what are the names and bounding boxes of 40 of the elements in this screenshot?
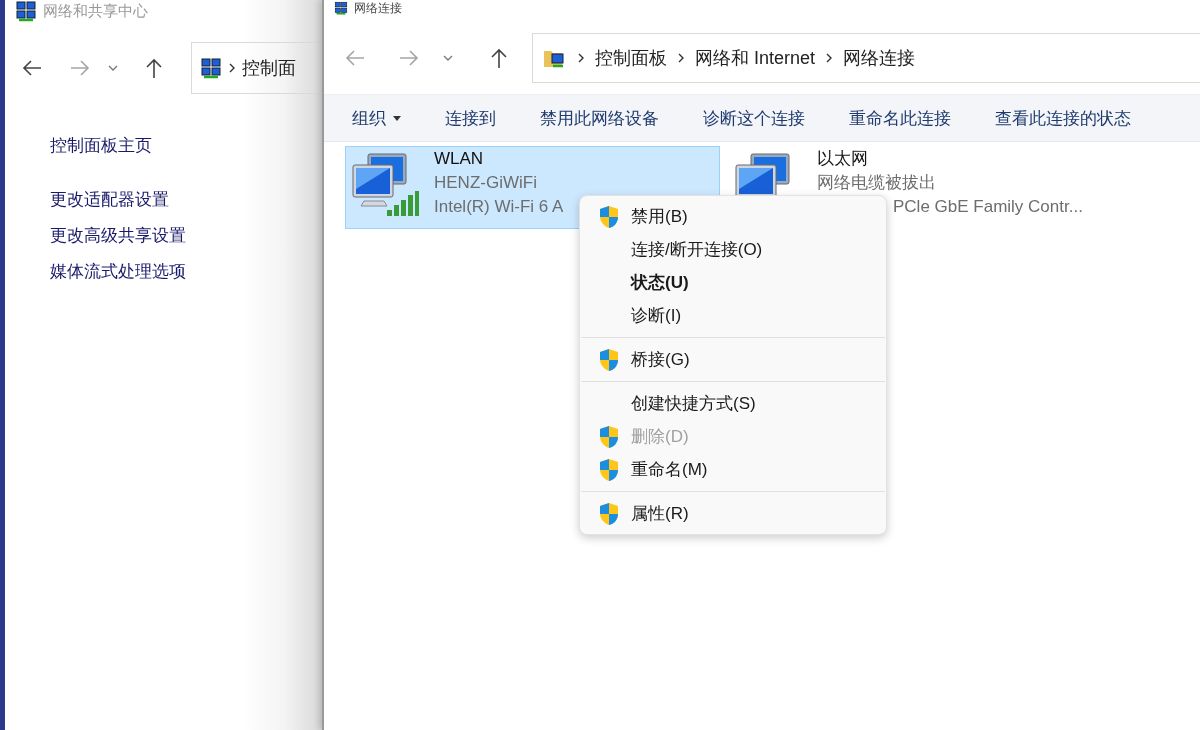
menu-item[interactable]: 连接/断开连接(O) <box>584 233 882 266</box>
recent-locations-chevron-icon[interactable] <box>442 54 454 62</box>
connection-status: HENZ-GiWiFi <box>434 172 538 194</box>
sidebar-link[interactable]: 更改高级共享设置 <box>50 218 186 254</box>
adapter-name: PCle GbE Family Contr... <box>893 196 1083 218</box>
sidebar-link[interactable]: 控制面板主页 <box>50 128 152 164</box>
chevron-icon <box>677 52 685 64</box>
window-title: 网络和共享中心 <box>43 1 148 21</box>
breadcrumb-item[interactable]: 控制面板 <box>595 46 667 70</box>
menu-item[interactable]: 属性(R) <box>584 497 882 530</box>
chevron-icon <box>577 52 585 64</box>
address-bar[interactable]: 控制面板 网络和 Internet 网络连接 <box>532 33 1200 83</box>
toolbar-button[interactable]: 连接到 <box>433 100 508 136</box>
wireless-adapter-icon <box>350 151 420 217</box>
toolbar-button[interactable]: 禁用此网络设备 <box>528 100 671 136</box>
connection-name: 以太网 <box>817 148 869 170</box>
chevron-icon <box>825 52 834 64</box>
network-icon <box>200 57 222 79</box>
toolbar-button[interactable]: 诊断这个连接 <box>691 100 817 136</box>
connection-status: 网络电缆被拔出 <box>817 172 937 194</box>
menu-item[interactable]: 诊断(I) <box>584 299 882 332</box>
network-icon <box>334 1 348 15</box>
toolbar-button[interactable]: 组织 <box>340 100 413 136</box>
adapter-name: Intel(R) Wi-Fi 6 A <box>434 196 564 218</box>
menu-item[interactable]: 创建快捷方式(S) <box>584 387 882 420</box>
breadcrumb-item[interactable]: 网络和 Internet <box>695 46 816 70</box>
menu-item[interactable]: 重命名(M) <box>584 453 882 486</box>
sidebar-link[interactable]: 更改适配器设置 <box>50 182 169 218</box>
sidebar-link[interactable]: 媒体流式处理选项 <box>50 254 186 290</box>
menu-item[interactable]: 状态(U) <box>584 266 882 299</box>
breadcrumb-item[interactable]: 控制面 <box>242 56 296 80</box>
chevron-icon <box>228 62 236 74</box>
recent-locations-chevron-icon[interactable] <box>107 64 119 72</box>
window-title: 网络连接 <box>354 0 402 17</box>
connection-name: WLAN <box>434 148 485 170</box>
breadcrumb-item[interactable]: 网络连接 <box>843 46 916 70</box>
network-icon <box>15 0 37 22</box>
menu-item[interactable]: 桥接(G) <box>584 343 882 376</box>
toolbar-button[interactable]: 重命名此连接 <box>837 100 963 136</box>
toolbar-button[interactable]: 查看此连接的状态 <box>983 100 1143 136</box>
